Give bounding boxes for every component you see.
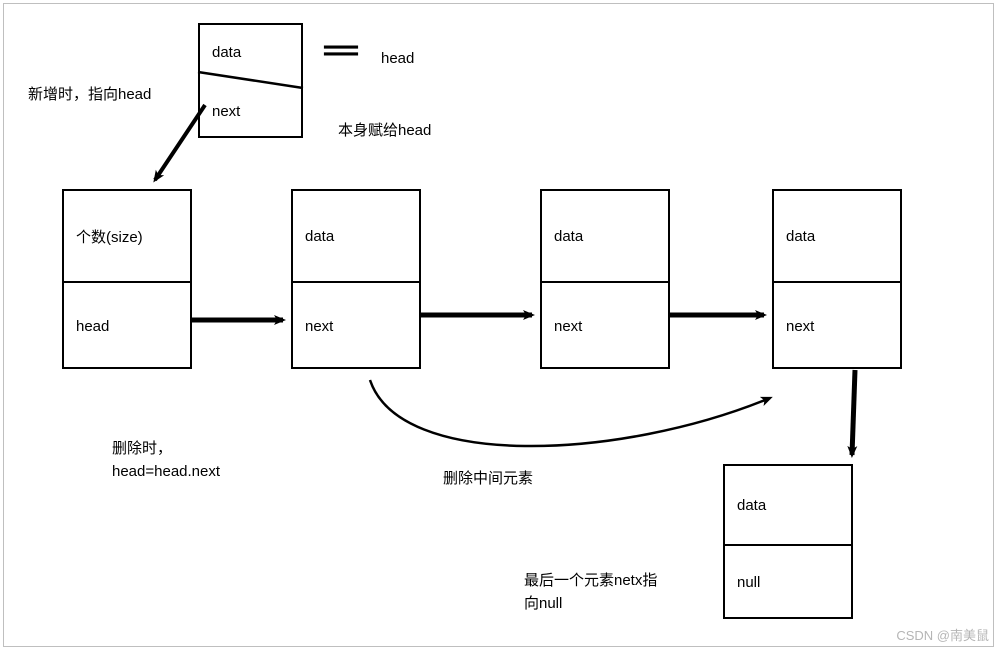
node-1-next-label: next [305, 318, 333, 335]
tail-node-data-label: data [737, 497, 766, 514]
new-node-next-label: next [212, 103, 240, 120]
node-1-data-label: data [305, 228, 334, 245]
node-2-next-cell: next [542, 281, 668, 371]
tail-node-data-cell: data [725, 466, 851, 544]
node-3-data-label: data [786, 228, 815, 245]
watermark: CSDN @南美鼠 [896, 625, 989, 644]
node-3-next-label: next [786, 318, 814, 335]
node-3: data next [772, 189, 902, 369]
node-2-data-cell: data [542, 191, 668, 281]
list-head-head-label: head [76, 318, 109, 335]
delete-mid-label: 删除中间元素 [443, 468, 533, 491]
node-1-next-cell: next [293, 281, 419, 371]
node-3-data-cell: data [774, 191, 900, 281]
tail-node-null-label: null [737, 574, 760, 591]
delete-head-label: 删除时， head=head.next [112, 438, 220, 483]
node-2-data-label: data [554, 228, 583, 245]
list-head-node: 个数(size) head [62, 189, 192, 369]
last-null-label: 最后一个元素netx指 向null [524, 570, 657, 615]
list-head-head-cell: head [64, 281, 190, 371]
node-3-next-cell: next [774, 281, 900, 371]
equals-sign: ＝ [319, 30, 364, 75]
tail-node-null-cell: null [725, 544, 851, 621]
new-insert-label: 新增时，指向head [28, 84, 151, 107]
list-head-size-label: 个数(size) [76, 226, 143, 247]
assign-label: 本身赋给head [338, 120, 431, 143]
new-node: data next [198, 23, 303, 138]
head-label: head [381, 48, 414, 71]
node-2-next-label: next [554, 318, 582, 335]
new-node-next-cell: next [200, 82, 301, 140]
new-node-data-cell: data [200, 25, 301, 80]
list-head-size-cell: 个数(size) [64, 191, 190, 281]
new-node-data-label: data [212, 44, 241, 61]
node-1: data next [291, 189, 421, 369]
tail-node: data null [723, 464, 853, 619]
node-2: data next [540, 189, 670, 369]
node-1-data-cell: data [293, 191, 419, 281]
